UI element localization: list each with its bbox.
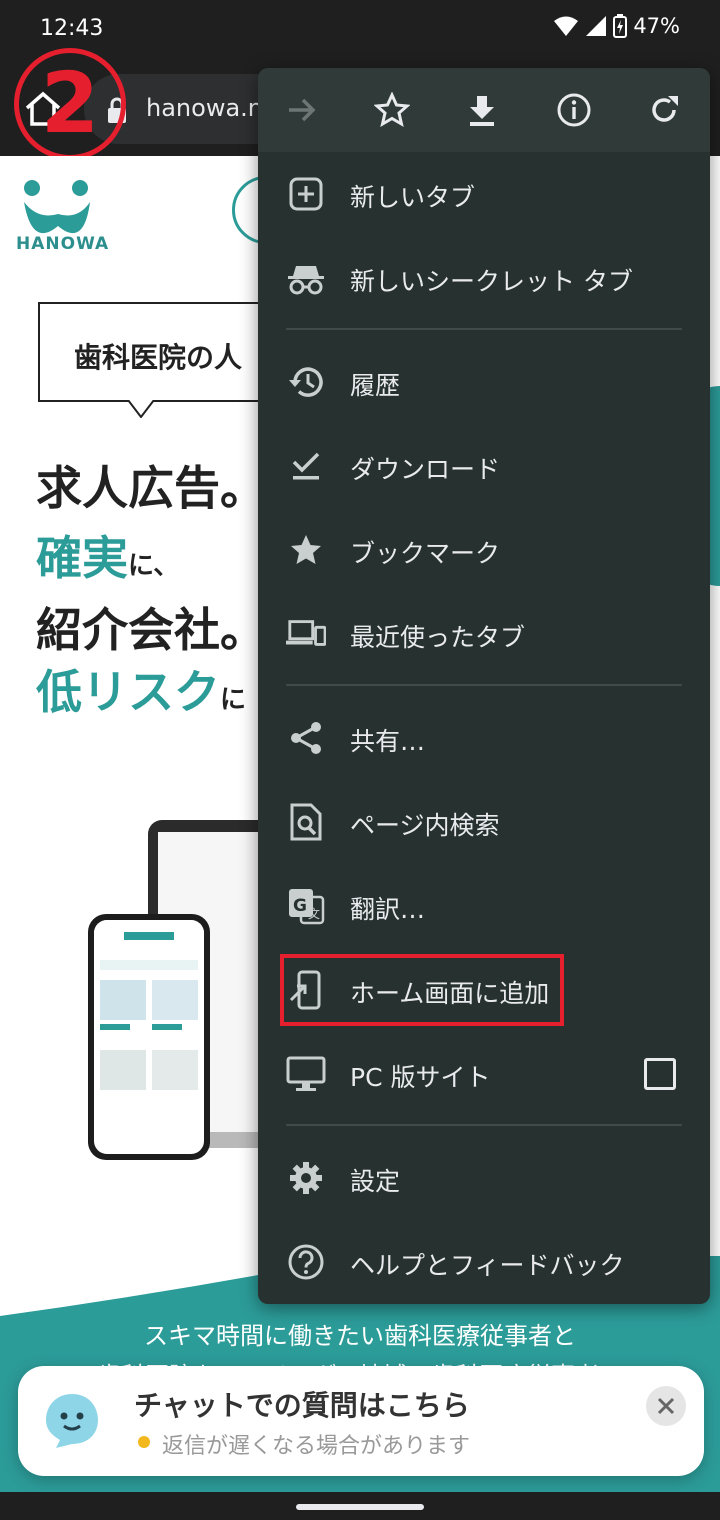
chat-banner[interactable]: チャットでの質問はこちら 返信が遅くなる場合があります — [18, 1366, 704, 1476]
menu-item-help-feedback[interactable]: ヘルプとフィードバック — [258, 1220, 710, 1304]
svg-text:文: 文 — [308, 906, 320, 921]
refresh-icon — [652, 96, 678, 122]
menu-item-label: ヘルプとフィードバック — [350, 1251, 625, 1280]
recent-tabs-icon — [286, 620, 326, 646]
bookmark-star-icon — [291, 535, 321, 564]
battery-percent: 47% — [633, 14, 680, 38]
menu-item-find-in-page[interactable]: ページ内検索 — [258, 780, 710, 864]
phone-screenshot-image — [94, 920, 204, 1090]
status-icons: 47% — [553, 14, 680, 38]
battery-icon — [613, 14, 628, 38]
menu-item-downloads[interactable]: ダウンロード — [258, 424, 710, 508]
menu-item-label: 翻訳… — [350, 895, 426, 924]
menu-item-recent-tabs[interactable]: 最近使ったタブ — [258, 592, 710, 676]
headline-main-text: 低リスク — [36, 665, 220, 719]
close-icon — [657, 1397, 675, 1415]
menu-item-translate[interactable]: G文 翻訳… — [258, 864, 710, 948]
menu-item-new-tab[interactable]: 新しいタブ — [258, 152, 710, 236]
headline-line: 求人広告。 — [36, 452, 266, 518]
headline-tail-text: に、 — [128, 551, 180, 581]
forward-icon — [289, 98, 316, 122]
menu-item-history[interactable]: 履歴 — [258, 340, 710, 424]
wifi-icon — [554, 16, 579, 36]
history-icon — [289, 367, 323, 397]
menu-item-label: 新しいシークレット タブ — [350, 267, 633, 296]
incognito-icon — [288, 266, 324, 295]
share-icon — [291, 722, 321, 754]
new-tab-icon — [289, 177, 323, 211]
headline-main-text: 求人広告 — [36, 461, 220, 515]
svg-text:G: G — [293, 896, 307, 916]
page-info-button[interactable] — [552, 88, 596, 132]
menu-action-row — [258, 68, 710, 152]
downloads-icon — [292, 452, 320, 480]
system-nav-bar — [0, 1492, 720, 1520]
download-icon — [470, 96, 494, 126]
star-outline-icon — [374, 92, 410, 128]
status-time: 12:43 — [40, 16, 104, 41]
chat-subtitle: 返信が遅くなる場合があります — [162, 1434, 471, 1459]
info-icon — [557, 93, 591, 127]
menu-item-label: 履歴 — [350, 371, 401, 400]
highlight-box — [280, 954, 564, 1026]
menu-divider — [286, 1124, 682, 1126]
menu-item-label: 最近使ったタブ — [350, 623, 526, 652]
headline-line: 紹介会社。 — [36, 594, 266, 660]
footer-text-1: スキマ時間に働きたい歯科医療従事者と — [144, 1322, 576, 1350]
menu-item-desktop-site[interactable]: PC 版サイト — [258, 1032, 710, 1116]
settings-gear-icon — [290, 1162, 322, 1194]
chat-close-button[interactable] — [646, 1386, 686, 1426]
forward-button[interactable] — [280, 88, 324, 132]
help-icon — [288, 1244, 324, 1280]
hanowa-logo[interactable] — [18, 174, 98, 270]
headline-main-text: 紹介会社 — [36, 603, 220, 657]
chat-title: チャットでの質問はこちら — [134, 1389, 470, 1422]
translate-icon: G文 — [289, 889, 325, 925]
find-in-page-icon — [290, 803, 322, 841]
browser-overflow-menu: 新しいタブ 新しいシークレット タブ 履歴 ダウンロード ブックマーク 最近使っ… — [258, 68, 710, 1304]
menu-divider — [286, 328, 682, 330]
headline-line: 確実に、 — [36, 522, 179, 588]
cell-signal-icon — [586, 16, 607, 36]
headline-main-text: 確実 — [36, 531, 128, 585]
menu-item-label: 新しいタブ — [350, 183, 476, 212]
step-number-badge: 2 — [14, 48, 126, 160]
menu-item-label: ダウンロード — [350, 455, 501, 484]
menu-item-share[interactable]: 共有… — [258, 696, 710, 780]
menu-item-settings[interactable]: 設定 — [258, 1136, 710, 1220]
menu-item-label: ページ内検索 — [350, 811, 500, 840]
menu-item-new-incognito-tab[interactable]: 新しいシークレット タブ — [258, 236, 710, 320]
logo-text: HANOWA — [16, 234, 110, 254]
menu-divider — [286, 684, 682, 686]
download-page-button[interactable] — [460, 88, 504, 132]
headline-tail-text: に — [220, 685, 247, 715]
bookmark-page-button[interactable] — [370, 88, 414, 132]
desktop-site-checkbox[interactable] — [644, 1058, 676, 1090]
status-dot — [138, 1436, 150, 1448]
status-bar: 12:43 47% — [0, 0, 720, 62]
home-gesture-handle[interactable] — [296, 1504, 424, 1510]
headline-line: 低リスクに — [36, 656, 246, 722]
menu-item-label: ブックマーク — [350, 539, 501, 568]
desktop-icon — [286, 1056, 326, 1091]
menu-item-label: PC 版サイト — [350, 1063, 491, 1092]
speech-text: 歯科医院の人 — [74, 341, 243, 374]
url-text[interactable]: hanowa.n — [146, 94, 263, 122]
chat-bot-avatar — [46, 1394, 98, 1448]
menu-item-label: 設定 — [350, 1167, 401, 1196]
menu-item-bookmarks[interactable]: ブックマーク — [258, 508, 710, 592]
reload-button[interactable] — [642, 88, 686, 132]
phone-screen — [94, 920, 204, 1154]
speech-tail — [128, 400, 154, 418]
menu-item-label: 共有… — [350, 727, 426, 756]
